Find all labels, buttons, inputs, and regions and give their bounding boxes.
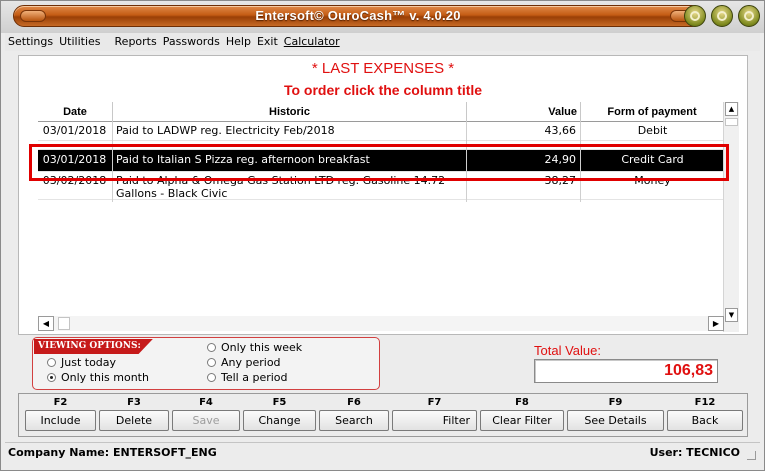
title-pill[interactable]: Entersoft© OuroCash™ v. 4.0.20 <box>13 5 703 27</box>
table-row[interactable]: 03/01/2018 Paid to LADWP reg. Electricit… <box>38 122 724 141</box>
column-historic[interactable]: Historic <box>113 102 467 122</box>
filter-button[interactable]: Filter <box>392 410 477 431</box>
fkey-label: F7 <box>427 397 442 408</box>
close-button[interactable] <box>738 5 760 27</box>
application-window: Entersoft© OuroCash™ v. 4.0.20 Settings U… <box>0 0 765 471</box>
total-field: 106,83 <box>534 359 718 383</box>
cell-payment: Debit <box>637 124 668 137</box>
table-header: Date Historic Value Form of payment <box>38 102 724 122</box>
function-key-bar: F2 Include F3 Delete F4 Save F5 Change F… <box>18 393 748 437</box>
radio-icon <box>47 358 56 367</box>
option-just-today[interactable]: Just today <box>47 356 116 370</box>
page-subtitle: To order click the column title <box>283 82 483 98</box>
vertical-scrollbar[interactable]: ▲ ▼ <box>723 102 739 332</box>
fkey-label: F8 <box>515 397 529 408</box>
window-title: Entersoft© OuroCash™ v. 4.0.20 <box>255 8 461 23</box>
menu-utilities[interactable]: Utilities <box>56 33 103 51</box>
search-button[interactable]: Search <box>319 410 389 431</box>
menu-exit[interactable]: Exit <box>254 33 281 51</box>
total-value: 106,83 <box>664 362 713 379</box>
clear-filter-button[interactable]: Clear Filter <box>480 410 564 431</box>
include-button-group: F2 Include <box>25 396 96 431</box>
see-details-button-group: F9 See Details <box>567 396 664 431</box>
column-value[interactable]: Value <box>467 102 581 122</box>
clear-filter-button-group: F8 Clear Filter <box>480 396 564 431</box>
include-button[interactable]: Include <box>25 410 96 431</box>
column-date[interactable]: Date <box>38 102 113 122</box>
fkey-label: F12 <box>694 397 716 408</box>
menu-bar: Settings Utilities Reports Passwords Help Exi… <box>5 33 760 51</box>
title-bar: Entersoft© OuroCash™ v. 4.0.20 <box>1 1 764 33</box>
scroll-up-icon[interactable]: ▲ <box>725 102 738 116</box>
delete-button-group: F3 Delete <box>99 396 169 431</box>
menu-calculator[interactable]: Calculator <box>281 33 343 51</box>
user-name: User: TECNICO <box>649 446 740 459</box>
cell-date: 03/01/2018 <box>42 124 107 137</box>
status-bar: Company Name: ENTERSOFT_ENG User: TECNIC… <box>5 442 760 462</box>
radio-selected-icon <box>47 373 56 382</box>
option-any-period[interactable]: Any period <box>207 356 281 370</box>
horizontal-scrollbar[interactable]: ◀ ▶ <box>38 316 724 331</box>
radio-icon <box>207 373 216 382</box>
horizontal-scroll-thumb[interactable] <box>58 317 70 330</box>
radio-icon <box>207 358 216 367</box>
change-button-group: F5 Change <box>243 396 316 431</box>
fkey-label: F4 <box>199 397 213 408</box>
total-label: Total Value: <box>534 343 601 358</box>
fkey-label: F2 <box>53 397 68 408</box>
page-title: * LAST EXPENSES * <box>311 60 455 77</box>
option-only-this-week[interactable]: Only this week <box>207 341 302 355</box>
column-form-of-payment[interactable]: Form of payment <box>581 102 724 122</box>
viewing-options: VIEWING OPTIONS: Just today Only this mo… <box>32 337 380 390</box>
change-button[interactable]: Change <box>243 410 316 431</box>
delete-button[interactable]: Delete <box>99 410 169 431</box>
menu-help[interactable]: Help <box>223 33 254 51</box>
save-button-group: F4 Save <box>172 396 240 431</box>
close-icon <box>744 11 754 21</box>
scroll-down-icon[interactable]: ▼ <box>725 308 738 322</box>
fkey-label: F3 <box>127 397 141 408</box>
vertical-scroll-thumb[interactable] <box>725 118 738 126</box>
option-only-this-month[interactable]: Only this month <box>47 371 149 385</box>
scroll-left-icon[interactable]: ◀ <box>38 316 54 331</box>
option-tell-a-period[interactable]: Tell a period <box>207 371 288 385</box>
menu-settings[interactable]: Settings <box>5 33 56 51</box>
see-details-button[interactable]: See Details <box>567 410 664 431</box>
fkey-label: F9 <box>608 397 623 408</box>
search-button-group: F6 Search <box>319 396 389 431</box>
expenses-panel: * LAST EXPENSES * To order click the col… <box>18 55 748 335</box>
minimize-button[interactable] <box>684 5 706 27</box>
resize-grip-icon[interactable] <box>747 451 756 460</box>
scroll-right-icon[interactable]: ▶ <box>708 316 724 331</box>
selection-highlight <box>29 144 729 181</box>
company-name: Company Name: ENTERSOFT_ENG <box>8 446 217 459</box>
filter-button-group: F7 Filter <box>392 396 477 431</box>
maximize-button[interactable] <box>711 5 733 27</box>
fkey-label: F5 <box>272 397 287 408</box>
cell-value: 43,66 <box>544 124 577 137</box>
back-button-group: F12 Back <box>667 396 743 431</box>
maximize-icon <box>717 11 727 21</box>
cell-historic: Paid to LADWP reg. Electricity Feb/2018 <box>116 124 335 137</box>
minimize-icon <box>690 11 700 21</box>
save-button[interactable]: Save <box>172 410 240 431</box>
back-button[interactable]: Back <box>667 410 743 431</box>
menu-passwords[interactable]: Passwords <box>160 33 223 51</box>
menu-reports[interactable]: Reports <box>112 33 160 51</box>
fkey-label: F6 <box>347 397 361 408</box>
viewing-options-label: VIEWING OPTIONS: <box>34 339 153 354</box>
radio-icon <box>207 343 216 352</box>
